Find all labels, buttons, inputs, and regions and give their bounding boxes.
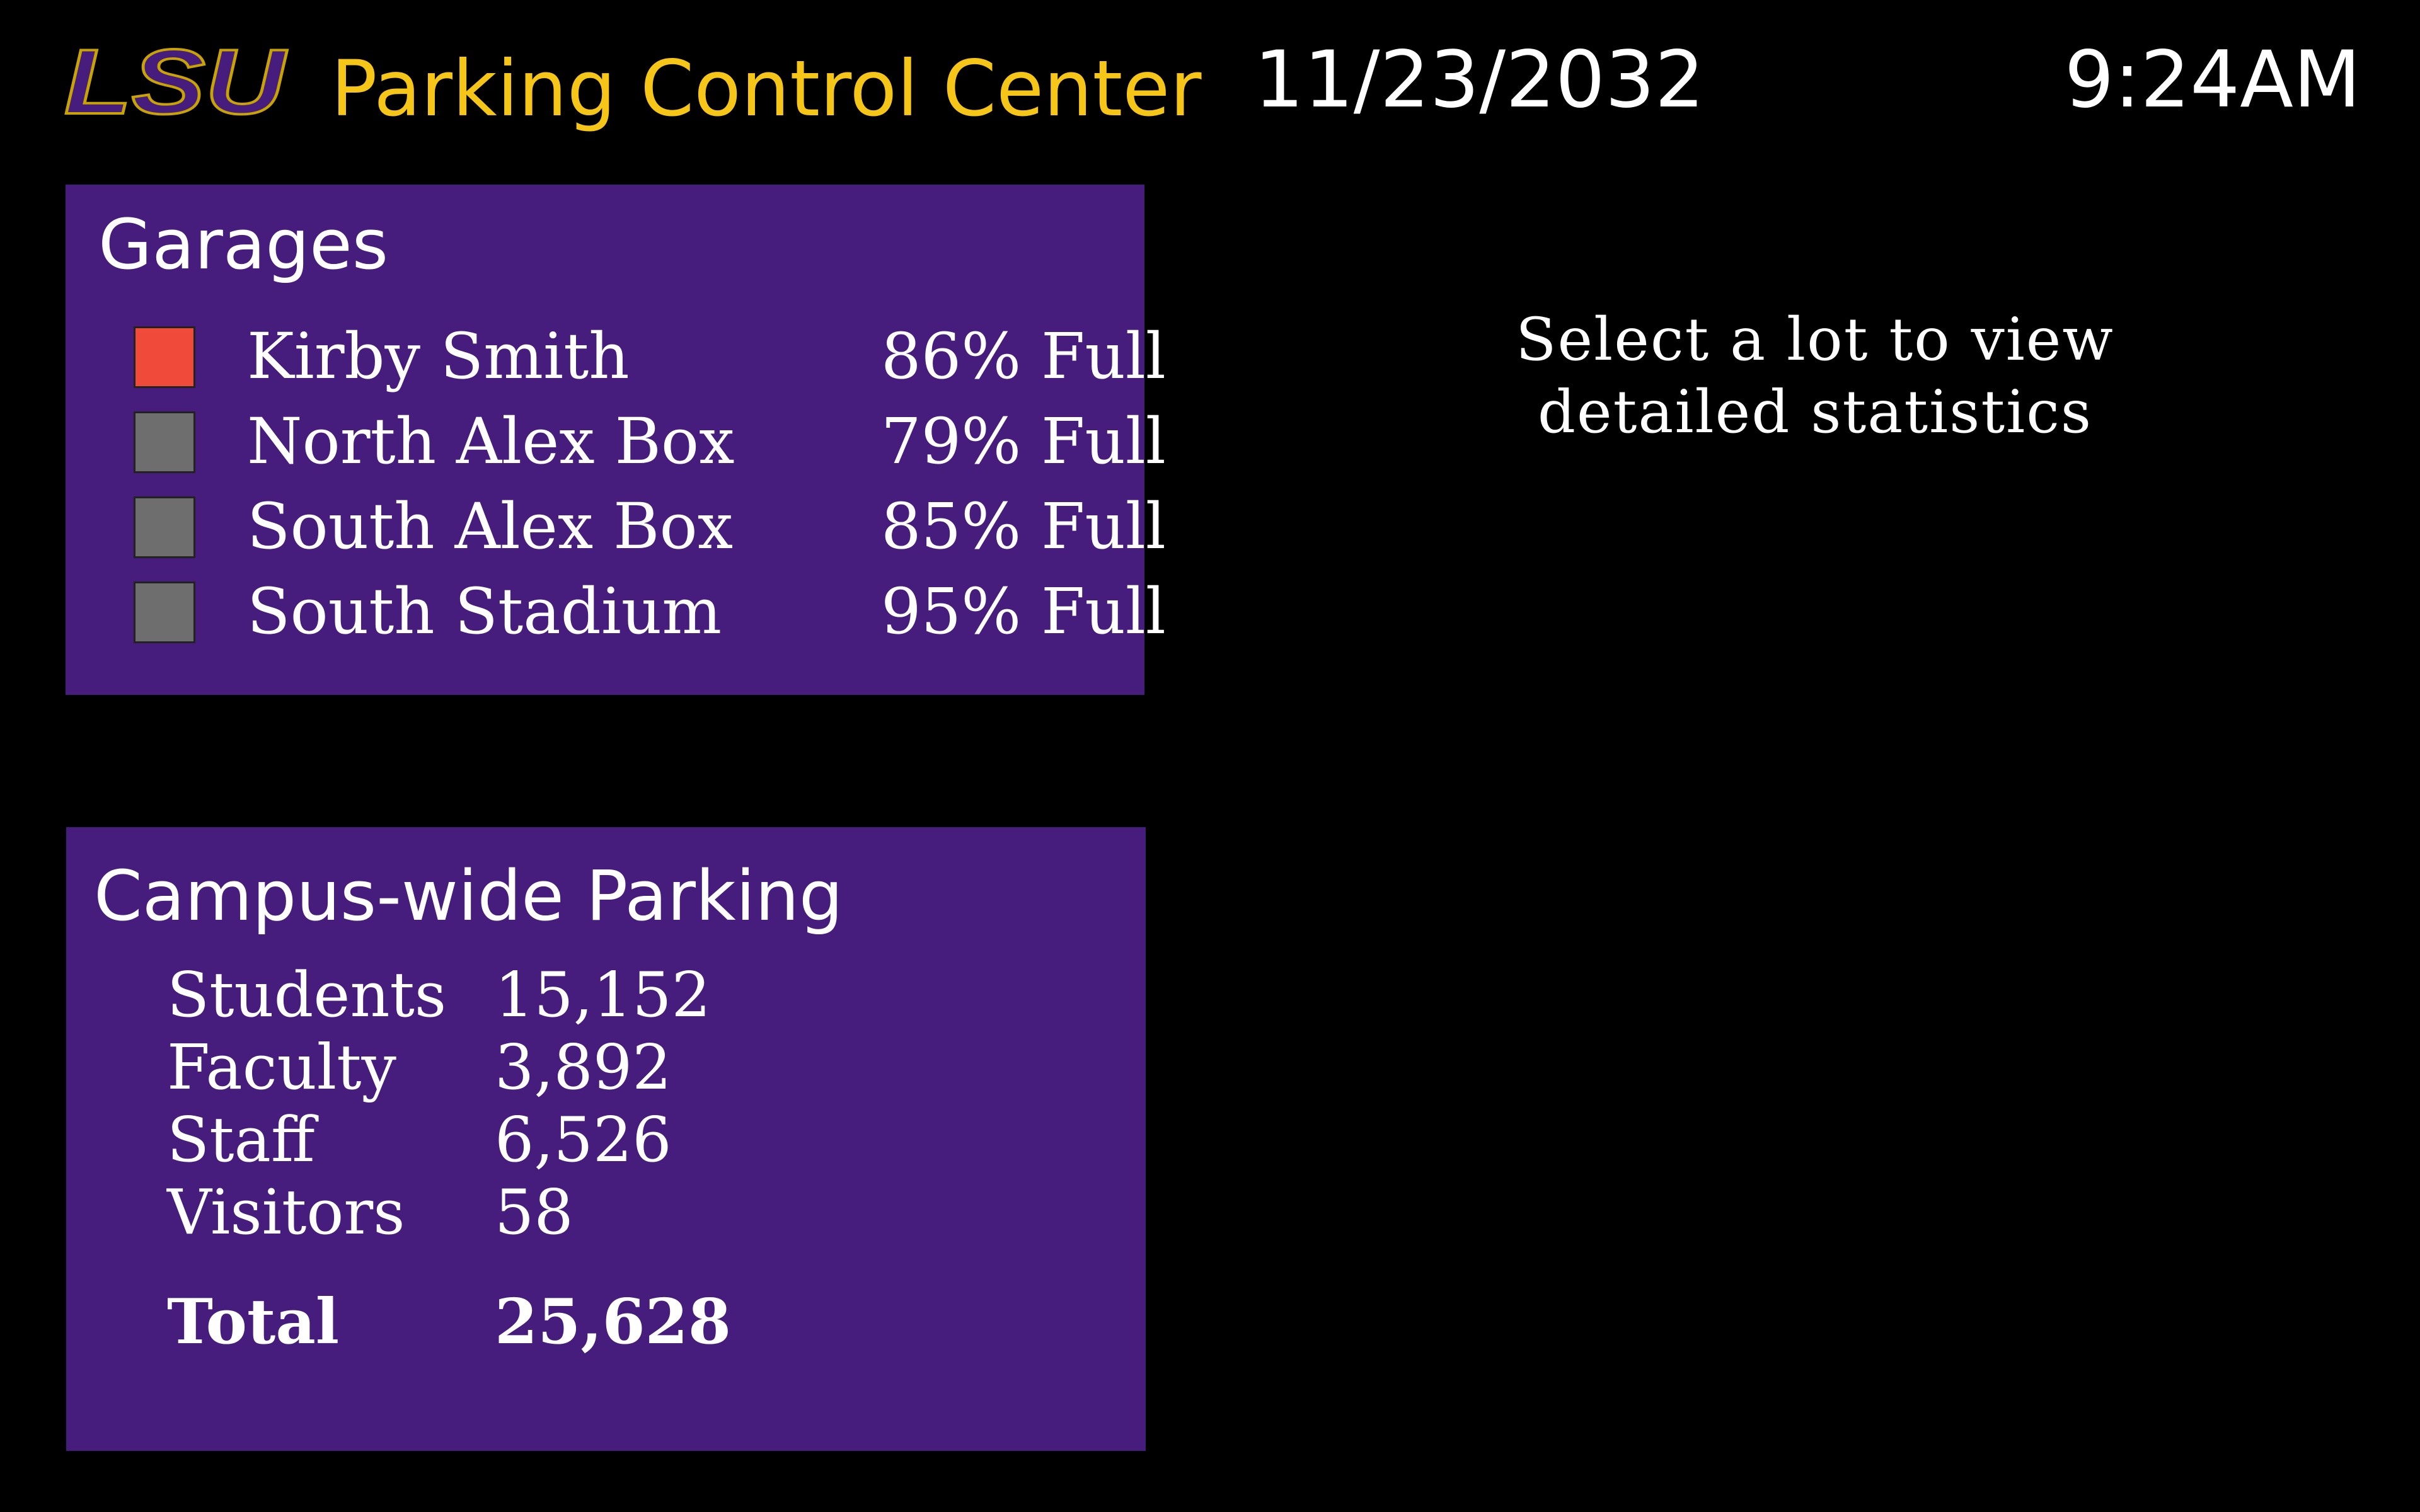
garages-title: Garages — [98, 204, 389, 285]
detail-hint-line-1: Select a lot to view — [1516, 306, 2114, 374]
garage-fill-status: 86% Full — [881, 319, 1166, 393]
garages-panel: Garages Kirby Smith 86% Full North Alex … — [66, 185, 1166, 695]
garage-row-kirby-smith[interactable]: Kirby Smith 86% Full — [134, 309, 1166, 394]
svg-text:LSU: LSU — [64, 43, 287, 121]
app-title: Parking Control Center — [331, 44, 1202, 134]
garage-row-south-stadium[interactable]: South Stadium 95% Full — [134, 564, 1166, 649]
stat-value: 15,152 — [495, 959, 711, 1031]
garage-row-north-alex-box[interactable]: North Alex Box 79% Full — [134, 394, 1166, 479]
garage-name: South Alex Box — [247, 490, 734, 563]
stat-value: 3,892 — [495, 1032, 672, 1104]
garage-fill-status: 95% Full — [881, 575, 1166, 648]
garage-status-indicator[interactable] — [134, 581, 195, 643]
campus-parking-panel: Campus-wide Parking Students 15,152 Facu… — [66, 827, 1146, 1451]
garage-row-south-alex-box[interactable]: South Alex Box 85% Full — [134, 479, 1166, 564]
total-value: 25,628 — [495, 1286, 732, 1358]
garage-status-indicator[interactable] — [134, 496, 195, 558]
stat-value: 6,526 — [495, 1104, 672, 1176]
stat-label: Students — [167, 959, 447, 1031]
lsu-logo-graphic: LSU — [63, 43, 289, 121]
detail-hint-line-2: detailed statistics — [1537, 378, 2093, 447]
stat-label: Staff — [167, 1104, 315, 1176]
garage-name: Kirby Smith — [247, 319, 630, 393]
garage-name: South Stadium — [247, 575, 722, 648]
stat-value: 58 — [495, 1177, 573, 1249]
detail-hint: Select a lot to view detailed statistics — [1418, 304, 2212, 449]
garage-fill-status: 79% Full — [881, 404, 1166, 478]
current-date: 11/23/2032 — [1254, 35, 1705, 125]
garage-status-indicator[interactable] — [134, 326, 195, 388]
garage-status-indicator[interactable] — [134, 411, 195, 473]
current-time: 9:24AM — [2064, 35, 2361, 125]
stat-label: Visitors — [167, 1177, 405, 1249]
total-label: Total — [167, 1286, 340, 1358]
garage-name: North Alex Box — [247, 404, 735, 478]
lsu-logo: LSU — [63, 43, 290, 121]
campus-parking-title: Campus-wide Parking — [94, 856, 843, 936]
parking-dashboard: LSU Parking Control Center 11/23/2032 9:… — [0, 0, 2420, 1512]
stat-label: Faculty — [167, 1032, 396, 1104]
garage-fill-status: 85% Full — [881, 490, 1166, 563]
